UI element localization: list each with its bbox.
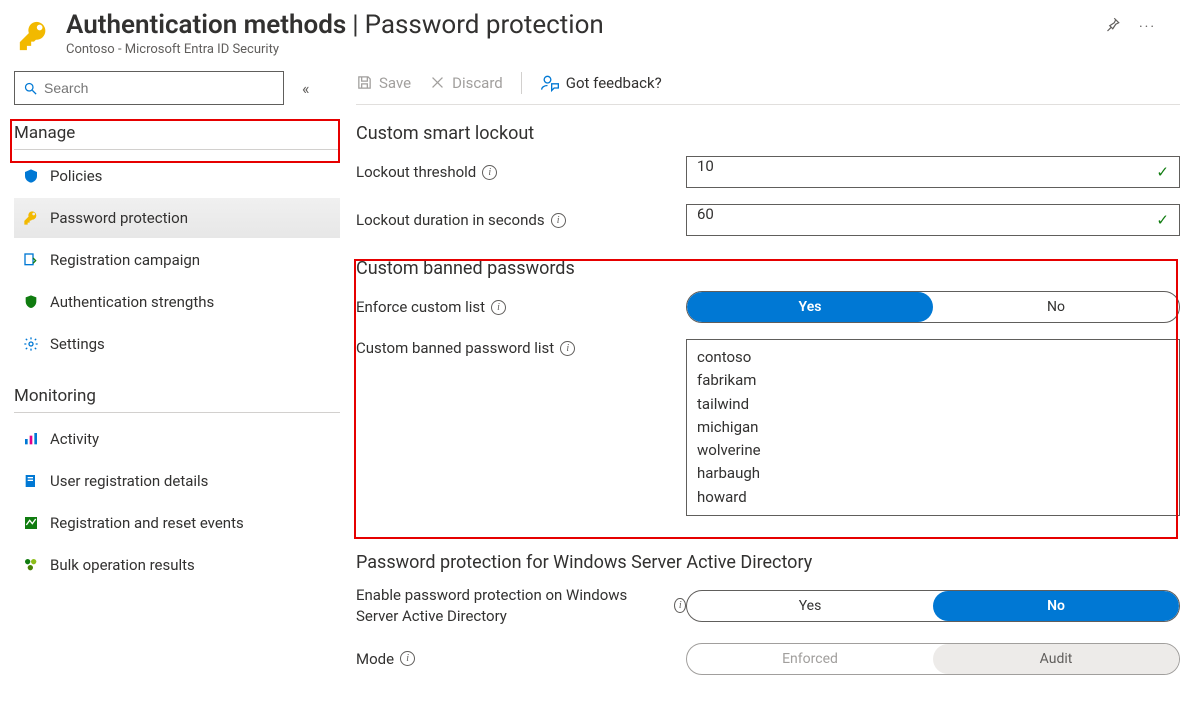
- info-icon[interactable]: i: [491, 300, 506, 315]
- save-icon: [356, 74, 373, 91]
- info-icon[interactable]: i: [400, 651, 415, 666]
- lockout-duration-input[interactable]: 60 ✓: [686, 204, 1180, 236]
- enforce-custom-list-toggle[interactable]: Yes No: [686, 291, 1180, 323]
- toolbar: Save Discard Got feedback?: [356, 61, 1180, 105]
- sidebar-item-label: Activity: [50, 430, 99, 448]
- sidebar-item-label: Password protection: [50, 209, 188, 227]
- lockout-threshold-label: Lockout threshold i: [356, 163, 686, 181]
- sidebar-item-reset-events[interactable]: Registration and reset events: [14, 503, 340, 543]
- sidebar-item-label: Authentication strengths: [50, 293, 214, 311]
- sidebar-item-registration-campaign[interactable]: Registration campaign: [14, 240, 340, 280]
- shield-icon: [22, 293, 40, 311]
- enforce-custom-list-label: Enforce custom list i: [356, 298, 686, 316]
- section-title: Custom smart lockout: [356, 123, 1180, 144]
- bulk-icon: [22, 556, 40, 574]
- feedback-button[interactable]: Got feedback?: [540, 73, 662, 93]
- save-button[interactable]: Save: [356, 74, 411, 92]
- close-icon: [429, 74, 446, 91]
- sidebar-item-password-protection[interactable]: Password protection: [14, 198, 340, 238]
- info-icon[interactable]: i: [560, 341, 575, 356]
- section-banned-passwords: Custom banned passwords Enforce custom l…: [356, 252, 1180, 538]
- sidebar-item-label: Settings: [50, 335, 105, 353]
- feedback-icon: [540, 73, 560, 93]
- toggle-audit: Audit: [933, 644, 1179, 674]
- sidebar-item-user-registration[interactable]: User registration details: [14, 461, 340, 501]
- enable-windows-ad-label: Enable password protection on Windows Se…: [356, 585, 686, 627]
- key-icon: [22, 209, 40, 227]
- user-reg-icon: [22, 472, 40, 490]
- mode-label: Mode i: [356, 650, 686, 668]
- collapse-sidebar-icon[interactable]: «: [302, 79, 310, 98]
- sidebar-item-settings[interactable]: Settings: [14, 324, 340, 364]
- section-title: Password protection for Windows Server A…: [356, 552, 1180, 573]
- pin-icon[interactable]: [1103, 16, 1121, 38]
- enable-windows-ad-toggle[interactable]: Yes No: [686, 590, 1180, 622]
- search-input[interactable]: [14, 71, 284, 105]
- sidebar-section-monitoring: Monitoring: [14, 386, 340, 413]
- more-icon[interactable]: ···: [1139, 19, 1156, 35]
- section-smart-lockout: Custom smart lockout Lockout threshold i…: [356, 123, 1180, 236]
- check-icon: ✓: [1156, 211, 1169, 229]
- search-icon: [23, 81, 38, 96]
- lockout-threshold-input[interactable]: 10 ✓: [686, 156, 1180, 188]
- sidebar-item-activity[interactable]: Activity: [14, 419, 340, 459]
- section-title: Custom banned passwords: [356, 258, 1180, 279]
- banned-list-textarea[interactable]: contoso fabrikam tailwind michigan wolve…: [686, 339, 1180, 516]
- sidebar-item-label: Registration campaign: [50, 251, 200, 269]
- sidebar-item-label: Policies: [50, 167, 102, 185]
- info-icon[interactable]: i: [551, 213, 566, 228]
- gear-icon: [22, 335, 40, 353]
- info-icon[interactable]: i: [482, 165, 497, 180]
- lockout-duration-label: Lockout duration in seconds i: [356, 211, 686, 229]
- key-icon: [14, 16, 54, 56]
- toolbar-separator: [521, 72, 522, 94]
- sidebar-item-label: User registration details: [50, 472, 208, 490]
- info-icon[interactable]: i: [674, 598, 686, 613]
- check-icon: ✓: [1156, 163, 1169, 181]
- sidebar-item-bulk-results[interactable]: Bulk operation results: [14, 545, 340, 585]
- mode-toggle: Enforced Audit: [686, 643, 1180, 675]
- toggle-yes[interactable]: Yes: [687, 591, 933, 621]
- page-subtitle: Contoso - Microsoft Entra ID Security: [66, 42, 1091, 57]
- sidebar-section-manage: Manage: [14, 123, 340, 150]
- sidebar-item-auth-strengths[interactable]: Authentication strengths: [14, 282, 340, 322]
- toggle-no[interactable]: No: [933, 292, 1179, 322]
- toggle-yes[interactable]: Yes: [687, 292, 933, 322]
- sidebar-item-label: Bulk operation results: [50, 556, 195, 574]
- registration-campaign-icon: [22, 251, 40, 269]
- events-icon: [22, 514, 40, 532]
- page-title: Authentication methods | Password protec…: [66, 10, 1091, 40]
- discard-button[interactable]: Discard: [429, 74, 503, 92]
- activity-icon: [22, 430, 40, 448]
- sidebar-item-label: Registration and reset events: [50, 514, 244, 532]
- policies-icon: [22, 167, 40, 185]
- toggle-no[interactable]: No: [933, 591, 1179, 621]
- banned-list-label: Custom banned password list i: [356, 339, 686, 357]
- sidebar-item-policies[interactable]: Policies: [14, 156, 340, 196]
- section-windows-ad: Password protection for Windows Server A…: [356, 552, 1180, 675]
- toggle-enforced: Enforced: [687, 644, 933, 674]
